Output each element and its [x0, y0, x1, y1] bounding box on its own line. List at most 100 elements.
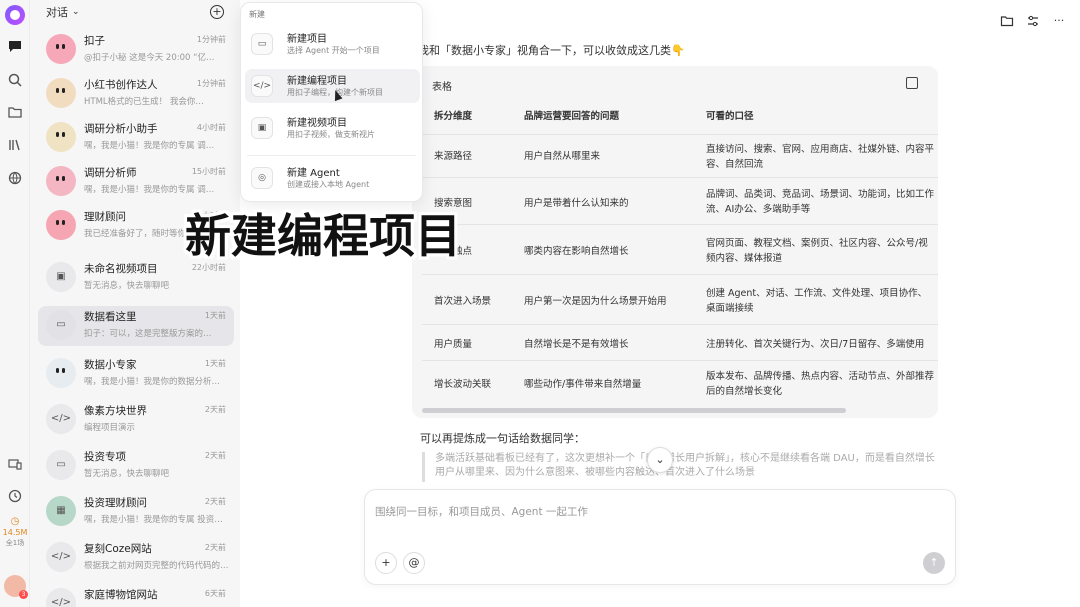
project-icon: ▭	[251, 33, 273, 55]
user-avatar[interactable]: 3	[4, 575, 28, 599]
avatar	[46, 78, 76, 108]
new-plus-button[interactable]: +	[210, 5, 224, 19]
chevron-down-icon[interactable]: ⌄	[72, 7, 80, 17]
item-preview: 根据我之前对网页完整的代码代码的…	[84, 561, 228, 571]
item-time: 1分钟前	[196, 79, 226, 88]
composer[interactable]: 围绕同一目标，和项目成员、Agent 一起工作 + @ ↑	[364, 489, 956, 585]
table-cell: 品牌词、品类词、竞品词、场景词、功能词，比如工作	[706, 189, 935, 200]
send-button[interactable]: ↑	[923, 552, 945, 574]
history-icon[interactable]	[6, 488, 24, 506]
table-row: 增长波动关联 哪些动作/事件带来自然增量 版本发布、品牌传播、热点内容、活动节点…	[422, 360, 938, 404]
menu-item-new-code-project[interactable]: </> 新建编程项目 用扣子编程，构建个新项目	[245, 69, 420, 103]
item-preview: 编程项目演示	[84, 423, 136, 433]
item-name: 调研分析师	[84, 167, 137, 179]
folder-icon[interactable]	[6, 104, 24, 122]
table-cell: 来源路径	[434, 151, 473, 162]
item-name: 投资理财顾问	[84, 497, 147, 509]
list-item[interactable]: ▦ 投资理财顾问 2天前 嘿，我是小猫！我是你的专属 投资…	[38, 492, 234, 532]
settings-sliders-icon[interactable]	[1026, 14, 1040, 28]
table-header-cell: 拆分维度	[434, 111, 473, 122]
search-icon[interactable]	[6, 72, 24, 90]
mention-button[interactable]: @	[403, 552, 425, 574]
table-cell: 版本发布、品牌传播、热点内容、活动节点、外部推荐	[706, 371, 935, 382]
table-cell: 注册转化、首次关键行为、次日/7日留存、多端使用	[706, 339, 925, 350]
table-cell: 哪些动作/事件带来自然增量	[524, 379, 642, 390]
table-cell: 增长波动关联	[434, 379, 492, 390]
table-row: 用户质量 自然增长是不是有效增长 注册转化、首次关键行为、次日/7日留存、多端使…	[422, 324, 938, 360]
table-cell: 桌面端接续	[706, 303, 754, 314]
item-name: 理财顾问	[84, 211, 126, 223]
list-header: 对话 ⌄ +	[30, 0, 240, 24]
menu-item-new-video-project[interactable]: ▣ 新建视频项目 用扣子视频，做支新视片	[245, 111, 420, 145]
horizontal-scrollbar[interactable]	[422, 408, 846, 413]
item-preview: 嘿，我是小猫！我是你的数据分析…	[84, 377, 221, 387]
copy-icon[interactable]	[906, 77, 918, 89]
item-preview: @扣子小秘 这是今天 20:00 “亿…	[84, 53, 215, 63]
attach-plus-button[interactable]: +	[375, 552, 397, 574]
left-rail: ◷ 14.5M 全1场 3	[0, 0, 30, 607]
app-logo[interactable]	[5, 5, 25, 25]
table-header-cell: 品牌运营要回答的问题	[524, 111, 620, 122]
item-time: 2天前	[204, 497, 226, 506]
list-item[interactable]: </> 复刻Coze网站 2天前 根据我之前对网页完整的代码代码的…	[38, 538, 234, 578]
menu-item-new-agent[interactable]: ◎ 新建 Agent 创建或接入本地 Agent	[245, 161, 420, 195]
list-item[interactable]: 小红书创作达人 1分钟前 HTML格式的已生成！ 我会你…	[38, 74, 234, 114]
list-item[interactable]: ▭ 投资专项 2天前 暂无消息，快去聊聊吧	[38, 446, 234, 486]
item-name: 投资专项	[84, 451, 126, 463]
menu-item-desc: 创建或接入本地 Agent	[287, 180, 370, 189]
item-preview: 嘿，我是小猫！我是你的专属 投资…	[84, 515, 223, 525]
item-name: 未命名视频项目	[84, 263, 158, 275]
devices-icon[interactable]	[6, 456, 24, 474]
table-cell: 官网页面、教程文档、案例页、社区内容、公众号/视	[706, 238, 928, 249]
list-item[interactable]: 调研分析小助手 4小时前 嘿，我是小猫！我是你的专属 调…	[38, 118, 234, 158]
message-text: 可以再提炼成一句话给数据同学：	[420, 432, 585, 445]
list-item[interactable]: 扣子 1分钟前 @扣子小秘 这是今天 20:00 “亿…	[38, 30, 234, 70]
table-cell: 首次进入场景	[434, 296, 492, 307]
menu-item-title: 新建编程项目	[287, 76, 347, 87]
scroll-down-button[interactable]: ⌄	[647, 447, 673, 473]
avatar	[46, 166, 76, 196]
list-item[interactable]: 数据小专家 1天前 嘿，我是小猫！我是你的数据分析…	[38, 354, 234, 394]
project-icon: ▭	[46, 310, 76, 340]
avatar	[46, 34, 76, 64]
list-title[interactable]: 对话	[46, 4, 68, 20]
item-name: 复刻Coze网站	[84, 543, 152, 555]
list-item[interactable]: </> 像素方块世界 2天前 编程项目演示	[38, 400, 234, 440]
project-icon: ▭	[46, 450, 76, 480]
item-time: 1天前	[204, 311, 226, 320]
table-header-cell: 可看的口径	[706, 111, 754, 122]
blockquote: 多端活跃基础看板已经有了，这次更想补一个「自然增长用户拆解」，核心不是继续看各端…	[422, 452, 938, 482]
bot-icon: ◎	[251, 167, 273, 189]
table-title: 表格	[432, 82, 452, 93]
globe-icon[interactable]	[6, 170, 24, 188]
folder-icon[interactable]	[1000, 14, 1014, 28]
table-cell: 频内容、媒体报道	[706, 253, 783, 264]
item-time: 2天前	[204, 405, 226, 414]
menu-item-new-project[interactable]: ▭ 新建项目 选择 Agent 开始一个项目	[245, 27, 420, 61]
list-item[interactable]: 调研分析师 15小时前 嘿，我是小猫！我是你的专属 调…	[38, 162, 234, 202]
table-row: 搜索意图 用户是带着什么认知来的 品牌词、品类词、竞品词、场景词、功能词，比如工…	[422, 177, 938, 224]
more-icon[interactable]: ···	[1052, 14, 1066, 28]
table-cell: 后的自然增长变化	[706, 386, 783, 397]
list-item-active[interactable]: ▭ 数据看这里 1天前 扣子：可以，这是完整版方案的…	[38, 306, 234, 346]
code-icon: </>	[46, 588, 76, 607]
chat-icon[interactable]	[6, 38, 24, 56]
item-preview: 暂无消息，快去聊聊吧	[84, 281, 170, 291]
table-cell: 直接访问、搜索、官网、应用商店、社媒外链、内容平	[706, 144, 935, 155]
item-preview: HTML格式的已生成！ 我会你…	[84, 97, 204, 107]
item-time: 6天前	[204, 589, 226, 598]
item-name: 家庭博物馆网站	[84, 589, 158, 601]
item-name: 数据看这里	[84, 311, 137, 323]
composer-placeholder[interactable]: 围绕同一目标，和项目成员、Agent 一起工作	[375, 504, 588, 519]
table-cell: 用户自然从哪里来	[524, 151, 601, 162]
usage-sub: 全1场	[5, 539, 25, 547]
table-row: 内容触点 哪类内容在影响自然增长 官网页面、教程文档、案例页、社区内容、公众号/…	[422, 224, 938, 274]
menu-item-title: 新建 Agent	[287, 168, 340, 179]
menu-header: 新建	[249, 10, 265, 19]
item-name: 小红书创作达人	[84, 79, 158, 91]
library-icon[interactable]	[6, 137, 24, 155]
item-time: 15小时前	[191, 167, 226, 176]
message-intro: 我和「数据小专家」视角合一下，可以收敛成这几类👇	[418, 44, 685, 57]
list-item[interactable]: </> 家庭博物馆网站 6天前	[38, 584, 234, 607]
clock-icon: ◷	[10, 516, 20, 527]
